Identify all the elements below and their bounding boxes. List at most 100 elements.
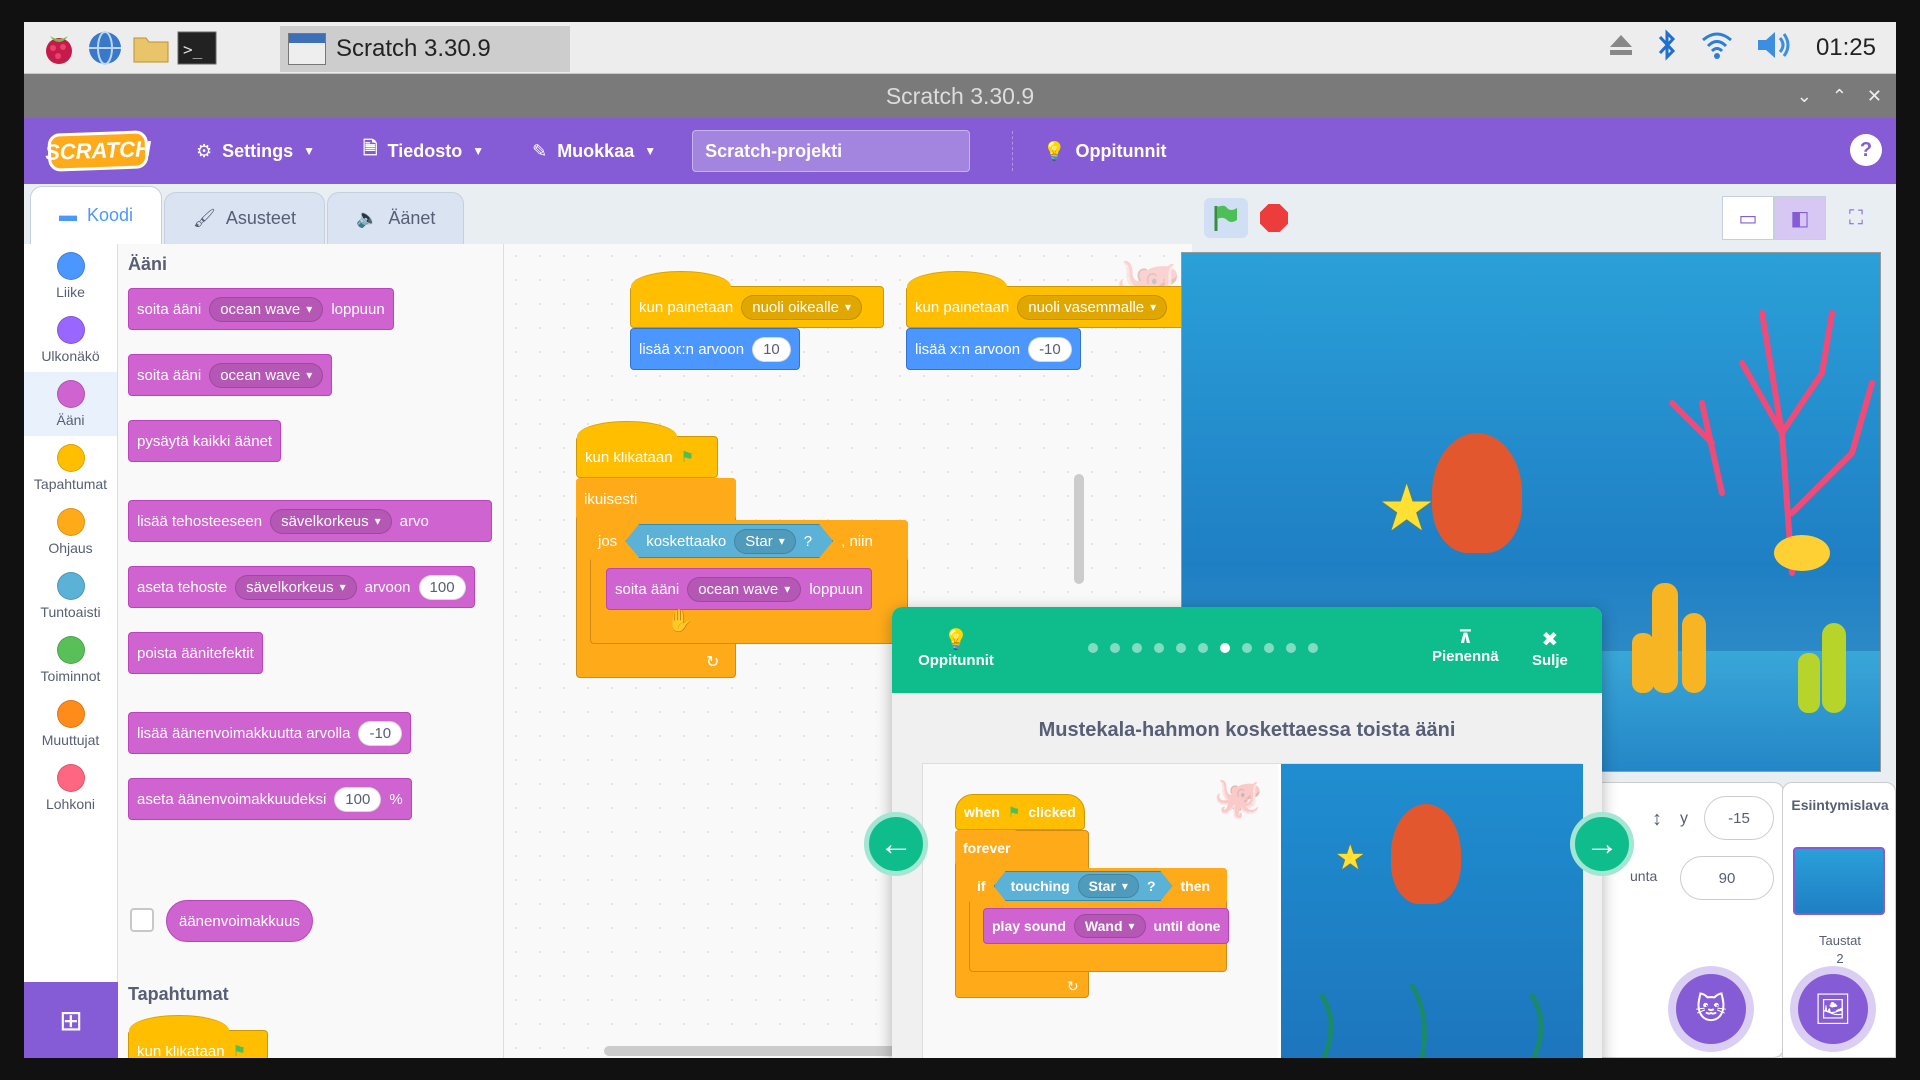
sound-dropdown[interactable]: ocean wave [209,296,324,322]
volume-monitor-checkbox[interactable] [130,908,154,932]
y-input[interactable]: -15 [1704,796,1774,840]
block-play-sound-until-done[interactable]: soita ääni ocean wave loppuun [606,568,872,610]
block-clear-sound-effects[interactable]: poista äänitefektit [128,632,263,674]
scratch-logo[interactable]: SCRATCH [45,130,151,172]
tutorials-button[interactable]: 💡 Oppitunnit [916,627,996,669]
volume-set-input[interactable]: 100 [334,786,382,812]
minimize-icon[interactable]: ⌄ [1797,86,1812,107]
step-dot[interactable] [1242,643,1252,653]
category-my-blocks[interactable]: Lohkoni [24,756,117,820]
workspace-horizontal-scrollbar[interactable] [604,1046,904,1056]
step-dot[interactable] [1132,643,1142,653]
edit-menu[interactable]: ✎ Muokkaa ▼ [532,141,656,162]
block-touching[interactable]: koskettaako Star ? [625,524,833,558]
volume-change-input[interactable]: -10 [358,720,403,746]
effect-dropdown[interactable]: sävelkorkeus [235,574,357,600]
folder-icon[interactable] [130,28,172,68]
bluetooth-icon[interactable] [1656,28,1678,69]
volume-icon[interactable] [1756,30,1794,67]
chevron-down-icon: ▼ [472,144,485,158]
step-dot[interactable] [1220,643,1230,653]
block-when-flag-clicked[interactable]: kun klikataan ⚑ [128,1015,268,1058]
category-sensing[interactable]: Tuntoaisti [24,564,117,628]
category-events[interactable]: Tapahtumat [24,436,117,500]
category-sound[interactable]: Ääni [24,372,117,436]
category-looks[interactable]: Ulkonäkö [24,308,117,372]
block-text: arvoon [364,578,411,596]
shrink-button[interactable]: ⊼ Pienennä [1432,627,1499,665]
block-play-sound-until-done[interactable]: soita ääni ocean wave loppuun [128,288,394,330]
step-dot[interactable] [1176,643,1186,653]
step-dot[interactable] [1198,643,1208,653]
x-change-input[interactable]: -10 [1028,336,1072,362]
effect-value-input[interactable]: 100 [418,574,466,600]
globe-icon[interactable] [84,28,126,68]
close-tutorial-button[interactable]: ✖ Sulje [1532,627,1568,669]
block-change-volume[interactable]: lisää äänenvoimakkuutta arvolla -10 [128,712,412,754]
block-text: touching [1010,878,1070,894]
tutorial-card[interactable]: 💡 Oppitunnit ⊼ Pienennä ✖ Sulje Mustekal… [892,607,1602,1058]
key-dropdown[interactable]: nuoli oikealle [741,294,863,320]
block-stop-all-sounds[interactable]: pysäytä kaikki äänet [128,420,282,462]
tab-sounds[interactable]: 🔈 Äänet [326,192,465,244]
terminal-icon[interactable]: >_ [176,28,218,68]
green-flag-button[interactable] [1204,198,1248,238]
effect-dropdown[interactable]: sävelkorkeus [270,508,392,534]
block-set-effect[interactable]: aseta tehoste sävelkorkeus arvoon 100 [128,566,475,608]
hand-cursor-icon: ✋ [666,608,694,633]
step-dot[interactable] [1264,643,1274,653]
category-control[interactable]: Ohjaus [24,500,117,564]
tutorial-code-preview: 🐙 when ⚑ clicked forever if touching Sta… [923,764,1278,1058]
choose-backdrop-button[interactable]: 🖼 [1798,974,1868,1044]
block-change-x[interactable]: lisää x:n arvoon 10 [630,328,800,370]
block-start-sound[interactable]: soita ääni ocean wave [128,354,333,396]
tab-code[interactable]: ▬ Koodi [30,186,163,244]
star-sprite[interactable]: ★ [1378,471,1435,546]
step-dot[interactable] [1286,643,1296,653]
small-stage-button[interactable]: ▭ [1722,196,1774,240]
x-change-input[interactable]: 10 [752,336,791,362]
step-dot[interactable] [1154,643,1164,653]
reporter-volume[interactable]: äänenvoimakkuus [166,900,313,942]
raspberry-icon[interactable] [38,28,80,68]
block-text: lisää tehosteeseen [137,512,263,530]
file-menu[interactable]: 🗎 Tiedosto ▼ [363,136,484,166]
octopus-sprite[interactable] [1432,433,1522,553]
close-icon[interactable]: ✕ [1867,86,1882,107]
key-dropdown[interactable]: nuoli vasemmalle [1017,294,1168,320]
fullscreen-button[interactable]: ⛶ [1830,196,1882,240]
touching-dropdown[interactable]: Star [734,529,796,554]
project-title-input[interactable]: Scratch-projekti [692,130,971,172]
block-when-flag-clicked[interactable]: kun klikataan ⚑ [576,421,718,478]
category-operators[interactable]: Toiminnot [24,628,117,692]
step-dot[interactable] [1110,643,1120,653]
taskbar-window-button[interactable]: Scratch 3.30.9 [280,26,570,72]
stop-button[interactable] [1260,204,1288,232]
block-change-effect[interactable]: lisää tehosteeseen sävelkorkeus arvo [128,500,492,542]
help-button[interactable]: ? [1850,134,1882,166]
previous-step-button[interactable]: ← [864,812,928,876]
step-dot[interactable] [1088,643,1098,653]
category-variables[interactable]: Muuttujat [24,692,117,756]
block-set-volume[interactable]: aseta äänenvoimakkuudeksi 100 % [128,778,412,820]
stage-thumbnail[interactable] [1793,847,1885,915]
workspace-vertical-scrollbar[interactable] [1074,474,1084,584]
tab-costumes[interactable]: 🖌 Asusteet [164,192,325,244]
sound-dropdown[interactable]: ocean wave [687,576,802,602]
next-step-button[interactable]: → [1570,812,1634,876]
eject-icon[interactable] [1608,33,1634,64]
direction-input[interactable]: 90 [1680,856,1774,900]
category-motion[interactable]: Liike [24,244,117,308]
add-extension-button[interactable]: ⊞ [24,982,118,1058]
large-stage-button[interactable]: ◧ [1774,196,1826,240]
tutorials-menu[interactable]: 💡 Oppitunnit [1012,131,1167,171]
step-dot[interactable] [1308,643,1318,653]
block-when-key-pressed[interactable]: kun painetaan nuoli oikealle [630,271,884,328]
maximize-icon[interactable]: ⌃ [1832,86,1847,107]
block-when-key-pressed[interactable]: kun painetaan nuoli vasemmalle [906,271,1190,328]
choose-sprite-button[interactable]: 🐱 [1676,974,1746,1044]
block-change-x[interactable]: lisää x:n arvoon -10 [906,328,1081,370]
sound-dropdown[interactable]: ocean wave [209,362,324,388]
settings-menu[interactable]: ⚙ Settings ▼ [196,141,315,162]
wifi-icon[interactable] [1700,30,1734,67]
